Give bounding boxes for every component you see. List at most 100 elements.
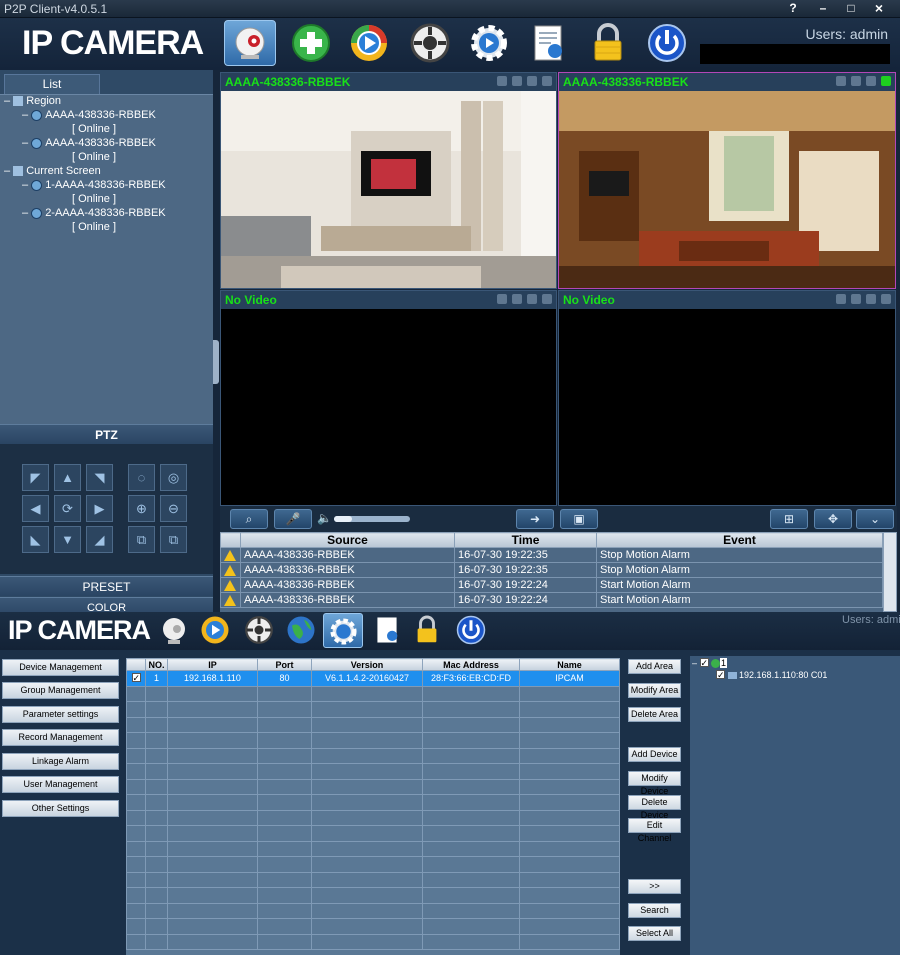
delete-area-button[interactable]: Delete Area: [628, 707, 681, 722]
tree-node-camera[interactable]: – AAAA-438336-RBBEK: [22, 137, 156, 149]
focus-far-button[interactable]: ◎: [160, 464, 187, 491]
event-scrollbar[interactable]: [883, 532, 897, 612]
record-icon[interactable]: [527, 76, 537, 86]
ptz-up-left-button[interactable]: ◤: [22, 464, 49, 491]
globe-icon[interactable]: [286, 615, 316, 645]
lock-button[interactable]: [582, 20, 634, 66]
snapshot-icon[interactable]: [881, 76, 891, 86]
search-icon[interactable]: [497, 76, 507, 86]
linkage-alarm-button[interactable]: Linkage Alarm: [2, 753, 119, 770]
focus-near-button[interactable]: ◌: [128, 464, 155, 491]
tree-node-camera[interactable]: – 2-AAAA-438336-RBBEK: [22, 207, 166, 219]
playback-button[interactable]: [343, 20, 395, 66]
ptz-down-button[interactable]: ▼: [54, 526, 81, 553]
tree-device-node[interactable]: ✓ 192.168.1.110:80 C01: [716, 670, 827, 680]
live-view-button[interactable]: [224, 20, 276, 66]
speaker-icon[interactable]: [512, 294, 522, 304]
ptz-button[interactable]: [404, 20, 456, 66]
parameter-settings-button[interactable]: Parameter settings: [2, 706, 119, 723]
video-cell-4[interactable]: No Video: [558, 290, 896, 506]
ptz-section-header[interactable]: PTZ: [0, 424, 213, 444]
preset-section-header[interactable]: PRESET: [0, 576, 213, 596]
tree-node-current-screen[interactable]: – Current Screen: [4, 165, 101, 177]
add-area-button[interactable]: Add Area: [628, 659, 681, 674]
collapse-button[interactable]: ⌄: [856, 509, 894, 529]
modify-area-button[interactable]: Modify Area: [628, 683, 681, 698]
tree-node-camera[interactable]: – AAAA-438336-RBBEK: [22, 109, 156, 121]
ptz-up-right-button[interactable]: ◥: [86, 464, 113, 491]
play-icon[interactable]: [200, 615, 230, 645]
lock-icon[interactable]: [414, 615, 440, 645]
tree-node-region[interactable]: – Region: [4, 95, 61, 107]
event-row[interactable]: AAAA-438336-RBBEK 16-07-30 19:22:35 Stop M…: [220, 562, 883, 578]
ptz-down-right-button[interactable]: ◢: [86, 526, 113, 553]
add-device-button[interactable]: Add Device: [628, 747, 681, 762]
row-checkbox[interactable]: ✓: [131, 673, 141, 683]
event-row[interactable]: AAAA-438336-RBBEK 16-07-30 19:22:24 Start …: [220, 577, 883, 593]
document-icon[interactable]: [373, 615, 401, 645]
search-icon[interactable]: [836, 294, 846, 304]
ptz-icon[interactable]: [244, 615, 274, 645]
tree-checkbox[interactable]: ✓: [699, 658, 709, 668]
version-column-header[interactable]: Version: [311, 658, 423, 671]
record-management-button[interactable]: Record Management: [2, 729, 119, 746]
color-section-header[interactable]: COLOR: [0, 597, 213, 612]
mac-column-header[interactable]: Mac Address: [422, 658, 520, 671]
other-settings-button[interactable]: Other Settings: [2, 800, 119, 817]
ptz-left-button[interactable]: ◀: [22, 495, 49, 522]
volume-slider[interactable]: [334, 516, 410, 522]
zoom-button[interactable]: ⌕: [230, 509, 268, 529]
video-cell-3[interactable]: No Video: [220, 290, 557, 506]
power-button[interactable]: [641, 20, 693, 66]
snapshot-button[interactable]: ▣: [560, 509, 598, 529]
tree-node-camera[interactable]: – 1-AAAA-438336-RBBEK: [22, 179, 166, 191]
expand-button[interactable]: >>: [628, 879, 681, 894]
event-row[interactable]: AAAA-438336-RBBEK 16-07-30 19:22:24 Start …: [220, 592, 883, 608]
delete-device-button[interactable]: Delete Device: [628, 795, 681, 820]
user-management-button[interactable]: User Management: [2, 776, 119, 793]
zoom-in-button[interactable]: ⊕: [128, 495, 155, 522]
help-button[interactable]: ?: [780, 0, 806, 16]
ptz-auto-button[interactable]: ⟳: [54, 495, 81, 522]
time-column-header[interactable]: Time: [454, 532, 597, 548]
zoom-out-button[interactable]: ⊖: [160, 495, 187, 522]
settings-tab-active[interactable]: [323, 613, 363, 648]
name-column-header[interactable]: Name: [519, 658, 620, 671]
ip-column-header[interactable]: IP: [167, 658, 258, 671]
speaker-icon[interactable]: [851, 294, 861, 304]
ptz-down-left-button[interactable]: ◣: [22, 526, 49, 553]
search-icon[interactable]: [836, 76, 846, 86]
ptz-up-button[interactable]: ▲: [54, 464, 81, 491]
talk-button[interactable]: 🎤: [274, 509, 312, 529]
event-column-header[interactable]: Event: [596, 532, 883, 548]
modify-device-button[interactable]: Modify Device: [628, 771, 681, 796]
snapshot-icon[interactable]: [542, 294, 552, 304]
iris-open-button[interactable]: ⧉: [128, 526, 155, 553]
record-icon[interactable]: [866, 76, 876, 86]
device-management-button[interactable]: Device Management: [2, 659, 119, 676]
panel-collapse-handle[interactable]: [213, 340, 219, 384]
ptz-right-button[interactable]: ▶: [86, 495, 113, 522]
snapshot-icon[interactable]: [881, 294, 891, 304]
select-all-button[interactable]: Select All: [628, 926, 681, 941]
iris-close-button[interactable]: ⧉: [160, 526, 187, 553]
source-column-header[interactable]: Source: [240, 532, 455, 548]
log-button[interactable]: [522, 20, 574, 66]
event-row[interactable]: AAAA-438336-RBBEK 16-07-30 19:22:35 Stop M…: [220, 547, 883, 563]
edit-channel-button[interactable]: Edit Channel: [628, 818, 681, 843]
power-icon[interactable]: [456, 615, 486, 645]
table-row[interactable]: ✓ 1 192.168.1.110 80 V6.1.1.4.2-20160427…: [126, 670, 620, 687]
record-icon[interactable]: [527, 294, 537, 304]
group-management-button[interactable]: Group Management: [2, 682, 119, 699]
tree-root[interactable]: – ✓ 1: [692, 658, 728, 669]
snapshot-icon[interactable]: [542, 76, 552, 86]
tree-checkbox[interactable]: ✓: [716, 670, 725, 680]
close-button[interactable]: ×: [866, 0, 892, 16]
minimize-button[interactable]: –: [810, 0, 836, 16]
list-tab[interactable]: List: [4, 74, 100, 94]
speaker-icon[interactable]: [512, 76, 522, 86]
record-icon[interactable]: [866, 294, 876, 304]
add-button[interactable]: [285, 20, 337, 66]
fullscreen-button[interactable]: ✥: [814, 509, 852, 529]
maximize-button[interactable]: □: [838, 0, 864, 16]
